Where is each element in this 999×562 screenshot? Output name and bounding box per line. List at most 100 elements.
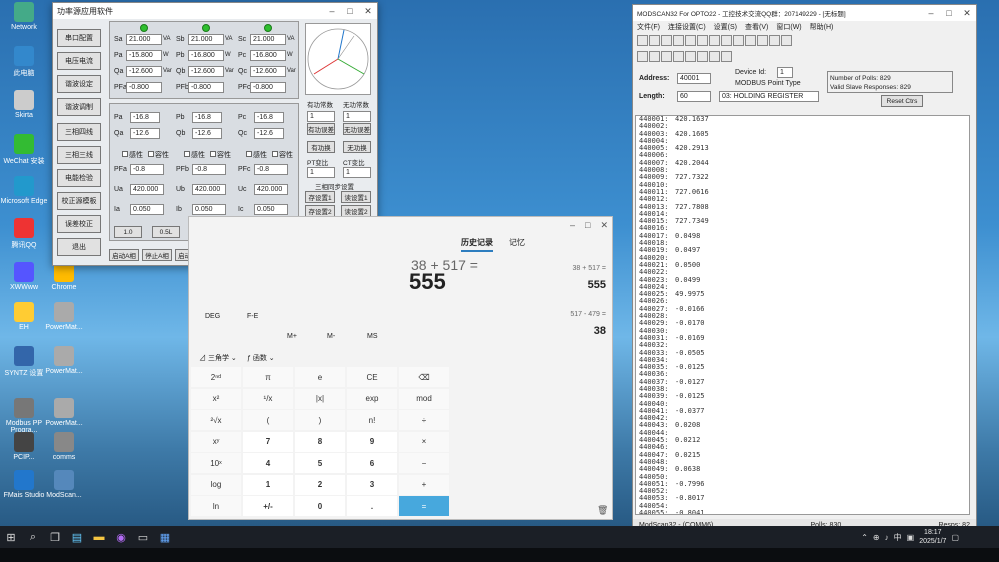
toolbar-icon[interactable]	[697, 51, 708, 62]
calc-key[interactable]: +	[399, 474, 449, 495]
side-button[interactable]: 三相四线	[57, 123, 101, 141]
setting-field[interactable]: 420.000	[192, 184, 226, 195]
start-icon[interactable]: ⊞	[0, 526, 22, 548]
desktop-icon[interactable]: PowerMat...	[40, 302, 88, 331]
setting-field[interactable]: -12.6	[192, 128, 222, 139]
close-icon[interactable]: ✕	[600, 220, 608, 231]
register-table[interactable]: 440001: 420.1637 440002: 440003: 420.1605 440…	[635, 115, 970, 515]
setting-field[interactable]: -12.6	[254, 128, 284, 139]
tab-memory[interactable]: 记忆	[509, 237, 525, 248]
toolbar-icon[interactable]	[769, 35, 780, 46]
calc-key[interactable]: ⌫	[399, 367, 449, 387]
deg-button[interactable]: DEG	[205, 313, 220, 320]
desktop-icon[interactable]: PowerMat...	[40, 398, 88, 427]
trig-menu[interactable]: ⊿ 三角学 ⌄	[199, 353, 237, 363]
volume-icon[interactable]: ♪	[885, 533, 889, 542]
read-setting-button[interactable]: 读设置1	[341, 191, 371, 203]
modscan-taskbar-icon[interactable]: ▦	[154, 526, 176, 548]
maximize-icon[interactable]: □	[940, 8, 958, 18]
desktop-icon[interactable]: Skirta	[0, 90, 48, 119]
calc-key[interactable]: CE	[347, 367, 397, 387]
reactive-error-button[interactable]: 无功误差	[343, 123, 371, 135]
checkbox-label[interactable]: 容性	[272, 150, 293, 160]
setting-field[interactable]: 0.050	[130, 204, 164, 215]
checkbox-label[interactable]: 感性	[184, 150, 205, 160]
task-view-icon[interactable]: ❐	[44, 526, 66, 548]
menu-item[interactable]: 帮助(H)	[810, 22, 834, 32]
menu-item[interactable]: 窗口(W)	[776, 22, 801, 32]
setting-field[interactable]: 420.000	[130, 184, 164, 195]
phase-button[interactable]: 启动A相	[109, 249, 139, 261]
minimize-icon[interactable]: –	[922, 8, 940, 18]
history-result[interactable]: 38	[594, 325, 606, 337]
calc-key[interactable]: )	[295, 410, 345, 430]
toolbar-icon[interactable]	[697, 35, 708, 46]
calc-key[interactable]: n!	[347, 410, 397, 430]
menu-item[interactable]: 设置(S)	[714, 22, 737, 32]
memory-key[interactable]: MS	[367, 333, 378, 340]
setting-field[interactable]: -0.8	[192, 164, 226, 175]
pf-button[interactable]: 0.5L	[152, 226, 180, 238]
side-button[interactable]: 电能检验	[57, 169, 101, 187]
calc-key[interactable]: x²	[191, 388, 241, 409]
energy-const-input[interactable]: 1	[307, 111, 335, 122]
toolbar-icon[interactable]	[685, 51, 696, 62]
toolbar-icon[interactable]	[649, 35, 660, 46]
power-source-titlebar[interactable]: 功率源应用软件 – □ ✕	[53, 3, 377, 19]
calc-key[interactable]: 2	[295, 474, 345, 495]
side-button[interactable]: 谐波设定	[57, 75, 101, 93]
history-result[interactable]: 555	[588, 279, 606, 291]
checkbox-label[interactable]: 感性	[246, 150, 267, 160]
toolbar-icon[interactable]	[721, 35, 732, 46]
chevron-up-icon[interactable]: ⌃	[861, 533, 868, 542]
desktop-icon[interactable]: Microsoft Edge	[0, 176, 48, 205]
calc-key[interactable]: |x|	[295, 388, 345, 409]
calc-key[interactable]: 5	[295, 453, 345, 473]
calc-key[interactable]: 4	[243, 453, 293, 473]
maximize-icon[interactable]: □	[341, 6, 359, 16]
active-switch-button[interactable]: 有功换	[307, 141, 335, 153]
trash-icon[interactable]: 🗑	[597, 505, 608, 516]
save-setting-button[interactable]: 存设置1	[305, 191, 335, 203]
calc-key[interactable]: +/-	[243, 496, 293, 516]
calc-key[interactable]: 9	[347, 431, 397, 452]
menu-item[interactable]: 查看(V)	[745, 22, 768, 32]
calc-key[interactable]: −	[399, 453, 449, 473]
checkbox[interactable]	[184, 151, 190, 157]
calc-key[interactable]: ¹/x	[243, 388, 293, 409]
calc-key[interactable]: 8	[295, 431, 345, 452]
calc-key[interactable]: log	[191, 474, 241, 495]
file-explorer-icon[interactable]: ▬	[88, 526, 110, 548]
setting-field[interactable]: -16.8	[254, 112, 284, 123]
checkbox[interactable]	[272, 151, 278, 157]
checkbox[interactable]	[122, 151, 128, 157]
close-icon[interactable]: ✕	[359, 6, 377, 17]
toolbar-icon[interactable]	[745, 35, 756, 46]
desktop-icon[interactable]: comms	[40, 432, 88, 461]
setting-field[interactable]: -0.8	[254, 164, 288, 175]
checkbox-label[interactable]: 容性	[148, 150, 169, 160]
memory-key[interactable]: M+	[287, 333, 297, 340]
device-id-input[interactable]: 1	[777, 67, 793, 78]
ct-ratio-input[interactable]: 1	[343, 167, 371, 178]
setting-field[interactable]: -12.6	[130, 128, 160, 139]
side-button[interactable]: 电压电流	[57, 52, 101, 70]
toolbar-icon[interactable]	[781, 35, 792, 46]
calc-key[interactable]: 10ˣ	[191, 453, 241, 473]
app-icon[interactable]: ▤	[66, 526, 88, 548]
calc-key[interactable]: (	[243, 410, 293, 430]
phase-button[interactable]: 停止A相	[142, 249, 172, 261]
maximize-icon[interactable]: □	[585, 220, 590, 231]
toolbar-icon[interactable]	[721, 51, 732, 62]
toolbar-icon[interactable]	[709, 51, 720, 62]
calc-key[interactable]: 0	[295, 496, 345, 516]
point-type-select[interactable]: 03: HOLDING REGISTER	[719, 91, 819, 102]
setting-field[interactable]: 0.050	[192, 204, 226, 215]
calc-key[interactable]: exp	[347, 388, 397, 409]
desktop-icon[interactable]: 腾讯QQ	[0, 218, 48, 250]
setting-field[interactable]: 0.050	[254, 204, 288, 215]
calc-key[interactable]: π	[243, 367, 293, 387]
desktop-icon[interactable]: Chrome	[40, 262, 88, 291]
history-expression[interactable]: 38 + 517 =	[573, 265, 606, 272]
function-menu[interactable]: ƒ 函数 ⌄	[247, 353, 275, 363]
